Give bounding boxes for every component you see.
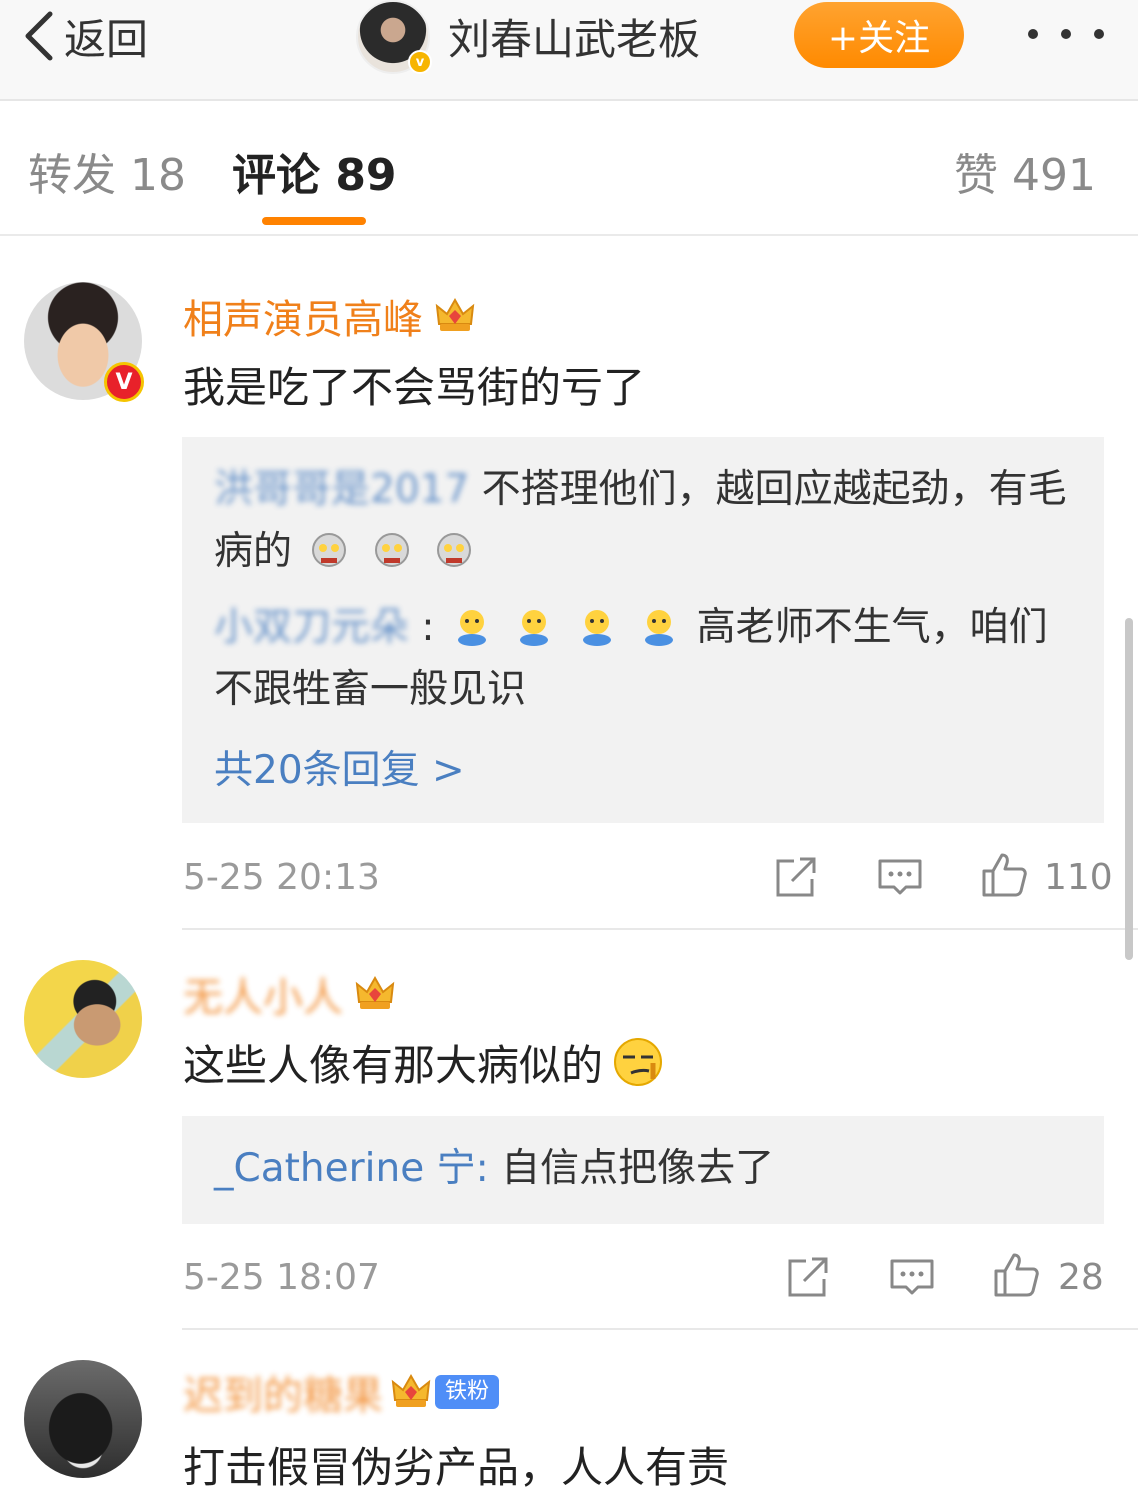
account-name[interactable]: 刘春山武老板 [448,8,700,64]
verified-badge-icon: V [104,362,144,402]
reply-item[interactable]: 洪哥哥是2017 不搭理他们，越回应越起劲，有毛病的 [214,459,1076,583]
share-icon[interactable] [784,1253,832,1301]
back-button[interactable]: 返回 [20,8,148,64]
comment-timestamp: 5-25 20:13 [183,856,380,898]
comment-username-text[interactable]: 迟到的糖果 [183,1363,383,1421]
reply-username[interactable]: 洪哥哥是2017 [214,459,469,521]
divider [182,928,1138,930]
smirk-emoji-icon [614,1038,663,1086]
thumbs-up-icon[interactable] [980,851,1028,899]
robot-emoji-icon [312,533,347,567]
thumbs-up-icon[interactable] [992,1251,1040,1299]
comment-username[interactable]: 无人小人 [183,966,397,1022]
comment-icon[interactable] [876,853,924,901]
tab-repost[interactable]: 转发 18 [28,141,186,201]
scrollbar[interactable] [1125,618,1133,960]
fan-badge: 铁粉 [435,1375,500,1409]
reply-colon: : [421,605,435,650]
verified-badge-icon: v [408,50,432,74]
comment-text-content: 这些人像有那大病似的 [183,1040,604,1090]
reply-box[interactable]: 洪哥哥是2017 不搭理他们，越回应越起劲，有毛病的 小双刀元朵 : 高老师不生… [182,437,1104,823]
crown-icon [435,297,475,331]
reply-text: 自信点把像去了 [501,1146,775,1191]
comment-username[interactable]: 相声演员高峰 [183,288,477,344]
reply-username[interactable]: _Catherine 宁 [214,1146,476,1191]
like-count: 110 [1044,856,1113,898]
comment-text: 打击假冒伪劣产品，人人有责 [183,1442,730,1492]
comment-username[interactable]: 迟到的糖果 铁粉 [183,1363,500,1421]
reply-item[interactable]: 小双刀元朵 : 高老师不生气，咱们不跟牲畜一般见识 [214,597,1076,721]
view-all-replies-link[interactable]: 共20条回复 > [214,739,465,795]
chevron-left-icon [25,11,53,61]
tab-likes[interactable]: 赞 491 [954,141,1096,201]
avatar[interactable] [24,1360,142,1478]
hug-emoji-icon [457,610,486,646]
like-count: 28 [1058,1256,1104,1298]
comment-icon[interactable] [888,1253,936,1301]
top-bar: 返回 v 刘春山武老板 +关注 [0,0,1138,101]
reply-item[interactable]: _Catherine 宁: 自信点把像去了 [214,1138,1076,1200]
hug-emoji-icon [520,610,549,646]
crown-icon [391,1373,431,1407]
robot-emoji-icon [374,533,409,567]
reply-box[interactable]: _Catherine 宁: 自信点把像去了 [182,1116,1104,1224]
share-icon[interactable] [772,853,820,901]
robot-emoji-icon [437,533,472,567]
comment-text: 我是吃了不会骂街的亏了 [183,362,646,412]
crown-icon [355,975,395,1009]
avatar[interactable] [24,960,142,1078]
hug-emoji-icon [582,610,611,646]
more-dots-icon[interactable] [1028,22,1104,46]
comment-username-text[interactable]: 无人小人 [183,965,343,1023]
hug-emoji-icon [645,610,674,646]
tab-bar: 转发 18 评论 89 赞 491 [0,103,1138,236]
active-tab-indicator [262,217,366,225]
follow-button[interactable]: +关注 [794,2,964,68]
tab-comments[interactable]: 评论 89 [232,141,397,201]
reply-colon: : [475,1146,489,1191]
back-label: 返回 [64,14,149,64]
reply-username[interactable]: 小双刀元朵 [214,597,409,659]
comment-timestamp: 5-25 18:07 [183,1256,380,1298]
comment-username-text[interactable]: 相声演员高峰 [183,287,423,345]
divider [182,1328,1138,1330]
comment-text: 这些人像有那大病似的 [183,1032,668,1092]
